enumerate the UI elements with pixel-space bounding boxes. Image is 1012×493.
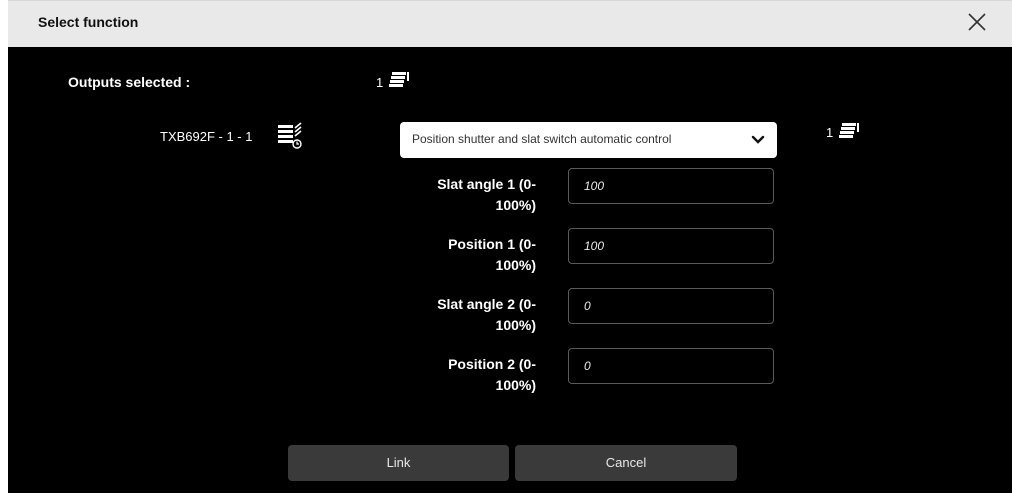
outputs-selected-label: Outputs selected : (68, 74, 191, 90)
position-2-input[interactable] (568, 348, 774, 384)
position-1-label: Position 1 (0- 100%) (406, 234, 536, 276)
link-button[interactable]: Link (288, 445, 509, 481)
chevron-down-icon (751, 135, 765, 144)
dialog-title-bar: Select function (8, 0, 1012, 47)
close-icon[interactable] (964, 9, 990, 35)
function-count: 1 (826, 125, 834, 140)
position-1-input[interactable] (568, 228, 774, 264)
slat-angle-1-input[interactable] (568, 168, 774, 204)
shutter-auto-icon (278, 122, 302, 149)
slat-angle-2-label-line1: Slat angle 2 (0- (437, 296, 536, 312)
blind-stack-icon (389, 72, 409, 87)
dialog-title: Select function (38, 14, 139, 30)
position-2-label: Position 2 (0- 100%) (406, 354, 536, 396)
slat-angle-2-input[interactable] (568, 288, 774, 324)
function-select-value: Position shutter and slat switch automat… (412, 132, 672, 146)
slat-angle-2-label-line2: 100%) (495, 317, 536, 333)
position-1-label-line2: 100%) (495, 257, 536, 273)
position-1-label-line1: Position 1 (0- (448, 236, 536, 252)
cancel-button[interactable]: Cancel (515, 445, 737, 481)
slat-angle-1-label-line1: Slat angle 1 (0- (437, 176, 536, 192)
blind-stack-icon (839, 123, 859, 138)
position-2-label-line1: Position 2 (0- (448, 356, 536, 372)
position-2-label-line2: 100%) (495, 377, 536, 393)
slat-angle-1-label: Slat angle 1 (0- 100%) (406, 174, 536, 216)
outputs-selected-count: 1 (376, 75, 384, 90)
function-select[interactable]: Position shutter and slat switch automat… (400, 122, 777, 158)
select-function-dialog: Select function Outputs selected : 1 TXB… (8, 0, 1012, 493)
device-name: TXB692F - 1 - 1 (160, 129, 253, 144)
slat-angle-2-label: Slat angle 2 (0- 100%) (406, 294, 536, 336)
slat-angle-1-label-line2: 100%) (495, 197, 536, 213)
